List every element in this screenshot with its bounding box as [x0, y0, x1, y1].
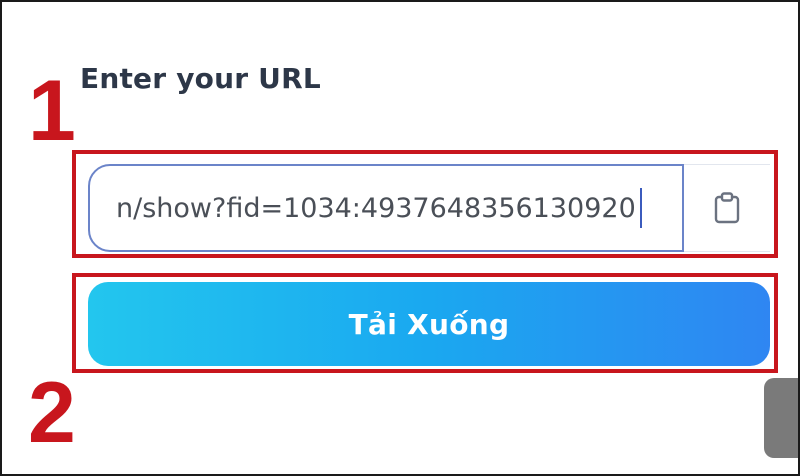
paste-button[interactable] — [684, 164, 770, 252]
clipboard-icon — [714, 192, 740, 224]
step-1-annotation: 1 — [28, 63, 76, 159]
url-input-value: n/show?fid=1034:4937648356130920 — [116, 192, 636, 224]
download-form-panel: Enter your URL 1 n/show?fid=1034:4937648… — [0, 0, 800, 476]
url-label: Enter your URL — [80, 62, 321, 95]
url-input[interactable]: n/show?fid=1034:4937648356130920 — [88, 164, 684, 252]
step-2-annotation: 2 — [28, 365, 76, 461]
download-button[interactable]: Tải Xuống — [88, 282, 770, 366]
text-cursor — [639, 188, 642, 228]
scroll-handle[interactable] — [764, 378, 798, 458]
